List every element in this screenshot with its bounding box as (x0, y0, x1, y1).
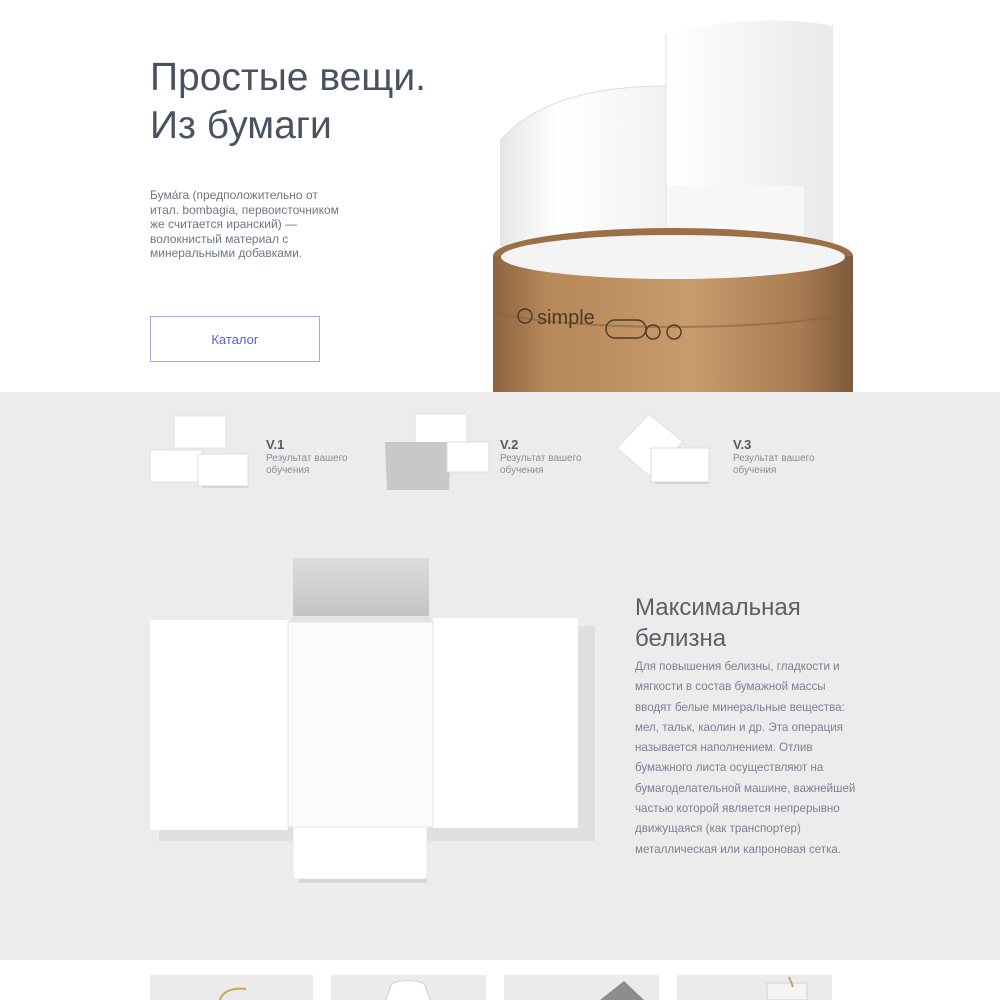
feature-body: Для повышения белизны, гладкости и мягко… (635, 660, 856, 856)
product-thumb-2[interactable] (331, 975, 486, 1000)
feature-title-line-2: белизна (635, 625, 727, 652)
feature-title: Максимальная белизна (635, 592, 885, 654)
version-subtitle: Результат вашего обучения (500, 453, 582, 476)
catalog-button[interactable]: Каталог (150, 316, 320, 362)
unfolded-box-image (150, 558, 595, 883)
product-image (600, 981, 644, 1000)
product-thumb-3[interactable] (504, 975, 659, 1000)
hero-title: Простые вещи. Из бумаги (150, 54, 490, 150)
version-title: V.3 (733, 437, 752, 452)
hero-title-line-1: Простые вещи. (150, 56, 427, 99)
version-subtitle: Результат вашего обучения (733, 453, 815, 476)
folded-card-image (385, 413, 490, 490)
feature-title-line-1: Максимальная (635, 594, 801, 621)
version-card-1[interactable]: V.1 Результат вашего обучения (148, 412, 378, 492)
version-card-2[interactable]: V.2 Результат вашего обучения (383, 412, 613, 492)
version-title: V.2 (500, 437, 519, 452)
product-image (766, 976, 808, 1000)
version-card-3[interactable]: V.3 Результат вашего обучения (615, 412, 845, 492)
paper-tube-image: simple (492, 20, 854, 392)
product-thumb-1[interactable] (150, 975, 313, 1000)
product-image (385, 980, 431, 1000)
version-subtitle: Результат вашего обучения (266, 453, 348, 476)
hero-title-line-2: Из бумаги (150, 104, 332, 147)
tilted-cards-image (616, 413, 710, 484)
page: Простые вещи. Из бумаги Бума́га (предпол… (0, 0, 1000, 1000)
product-image (219, 987, 247, 1000)
business-cards-image (149, 415, 249, 488)
product-thumb-4[interactable] (677, 975, 832, 1000)
tube-brand-text: simple (537, 307, 595, 329)
hero-description: Бума́га (предположительно от итал. bomba… (150, 188, 339, 261)
version-title: V.1 (266, 437, 285, 452)
hero-section: Простые вещи. Из бумаги Бума́га (предпол… (0, 0, 1000, 392)
